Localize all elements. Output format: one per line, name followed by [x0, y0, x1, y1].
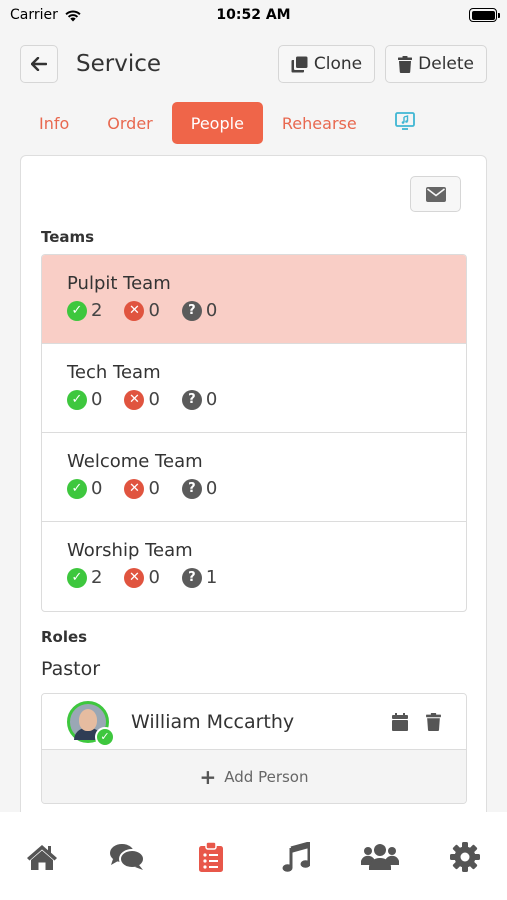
declined-count: 0 [148, 300, 160, 321]
tab-info[interactable]: Info [20, 102, 88, 144]
nav-services[interactable] [191, 840, 231, 874]
teams-heading: Teams [41, 228, 95, 246]
declined-icon: ✕ [124, 478, 145, 499]
clipboard-icon [199, 842, 224, 872]
users-icon [361, 844, 400, 870]
accepted-count: 0 [91, 389, 103, 410]
team-counts: ✓ 2 ✕ 0 ? 0 [67, 300, 441, 321]
carrier-label: Carrier [10, 7, 58, 23]
accepted-icon: ✓ [67, 389, 87, 410]
trash-icon [426, 712, 441, 731]
declined-icon: ✕ [124, 300, 145, 321]
pending-icon: ? [181, 478, 202, 499]
pending-count: 1 [205, 567, 218, 588]
tab-people[interactable]: People [171, 102, 263, 144]
team-item-welcome[interactable]: Welcome Team ✓ 0 ✕ 0 ? 0 [42, 433, 466, 522]
back-arrow-icon [31, 57, 47, 71]
declined-count: 0 [148, 567, 160, 588]
battery-icon [469, 8, 500, 22]
person-name: William Mccarthy [131, 710, 295, 733]
pending-count: 0 [205, 389, 218, 410]
email-button[interactable] [410, 176, 461, 212]
tab-bar: Info Order People Rehearse [20, 102, 434, 144]
team-name: Pulpit Team [67, 273, 171, 294]
accepted-icon: ✓ [67, 478, 87, 499]
tab-order[interactable]: Order [88, 102, 171, 144]
people-card: Teams Pulpit Team ✓ 2 ✕ 0 ? 0 Tech Team ✓ 0 … [20, 155, 487, 825]
trash-icon [398, 55, 413, 73]
team-item-pulpit[interactable]: Pulpit Team ✓ 2 ✕ 0 ? 0 [42, 255, 466, 344]
home-icon [27, 845, 58, 870]
back-button[interactable] [20, 45, 58, 83]
declined-icon: ✕ [124, 567, 145, 588]
team-counts: ✓ 0 ✕ 0 ? 0 [67, 389, 441, 410]
declined-icon: ✕ [124, 389, 145, 410]
bottom-nav [0, 812, 507, 900]
nav-messages[interactable] [107, 840, 147, 874]
pending-icon: ? [181, 300, 202, 321]
pending-count: 0 [205, 300, 218, 321]
accepted-count: 2 [91, 300, 103, 321]
delete-label: Delete [418, 54, 474, 74]
accepted-icon: ✓ [67, 300, 87, 321]
team-name: Tech Team [67, 362, 161, 383]
add-person-label: Add Person [224, 767, 309, 786]
nav-songs[interactable] [276, 840, 316, 874]
clock: 10:52 AM [216, 7, 291, 23]
accepted-count: 2 [91, 567, 103, 588]
teams-list: Pulpit Team ✓ 2 ✕ 0 ? 0 Tech Team ✓ 0 ✕ 0 ? 0 … [41, 254, 467, 612]
header: Service Clone Delete [20, 44, 487, 84]
declined-count: 0 [148, 389, 160, 410]
schedule-button[interactable] [392, 712, 408, 731]
wifi-icon [65, 9, 81, 21]
roles-heading: Roles [41, 628, 88, 646]
team-counts: ✓ 0 ✕ 0 ? 0 [67, 478, 441, 499]
calendar-icon [392, 712, 408, 731]
pending-count: 0 [205, 478, 218, 499]
team-name: Worship Team [67, 540, 193, 561]
envelope-icon [425, 186, 446, 202]
nav-people[interactable] [360, 840, 400, 874]
nav-settings[interactable] [445, 840, 485, 874]
confirmed-badge-icon: ✓ [95, 726, 115, 747]
nav-home[interactable] [22, 840, 62, 874]
practice-icon [394, 112, 415, 130]
accepted-count: 0 [91, 478, 103, 499]
tab-practice[interactable] [376, 111, 434, 135]
plus-icon: + [199, 764, 217, 789]
pending-icon: ? [181, 567, 202, 588]
chat-icon [109, 844, 145, 870]
declined-count: 0 [148, 478, 160, 499]
accepted-icon: ✓ [67, 567, 87, 588]
music-icon [282, 842, 310, 872]
clone-label: Clone [313, 54, 363, 74]
clone-button[interactable]: Clone [277, 45, 376, 83]
person-row[interactable]: ✓ William Mccarthy [42, 694, 466, 750]
page-title: Service [76, 51, 162, 77]
role-name: Pastor [41, 658, 101, 680]
team-name: Welcome Team [67, 451, 203, 472]
tab-rehearse[interactable]: Rehearse [263, 102, 376, 144]
clone-icon [291, 56, 308, 72]
add-person-button[interactable]: + Add Person [42, 750, 466, 803]
pending-icon: ? [181, 389, 202, 410]
avatar: ✓ [67, 700, 115, 747]
team-counts: ✓ 2 ✕ 0 ? 1 [67, 567, 441, 588]
status-bar: Carrier 10:52 AM [0, 0, 507, 30]
remove-person-button[interactable] [426, 712, 441, 731]
delete-button[interactable]: Delete [385, 45, 487, 83]
role-people: ✓ William Mccarthy + Add Person [41, 693, 467, 804]
team-item-worship[interactable]: Worship Team ✓ 2 ✕ 0 ? 1 [42, 522, 466, 611]
team-item-tech[interactable]: Tech Team ✓ 0 ✕ 0 ? 0 [42, 344, 466, 433]
gear-icon [449, 842, 480, 872]
